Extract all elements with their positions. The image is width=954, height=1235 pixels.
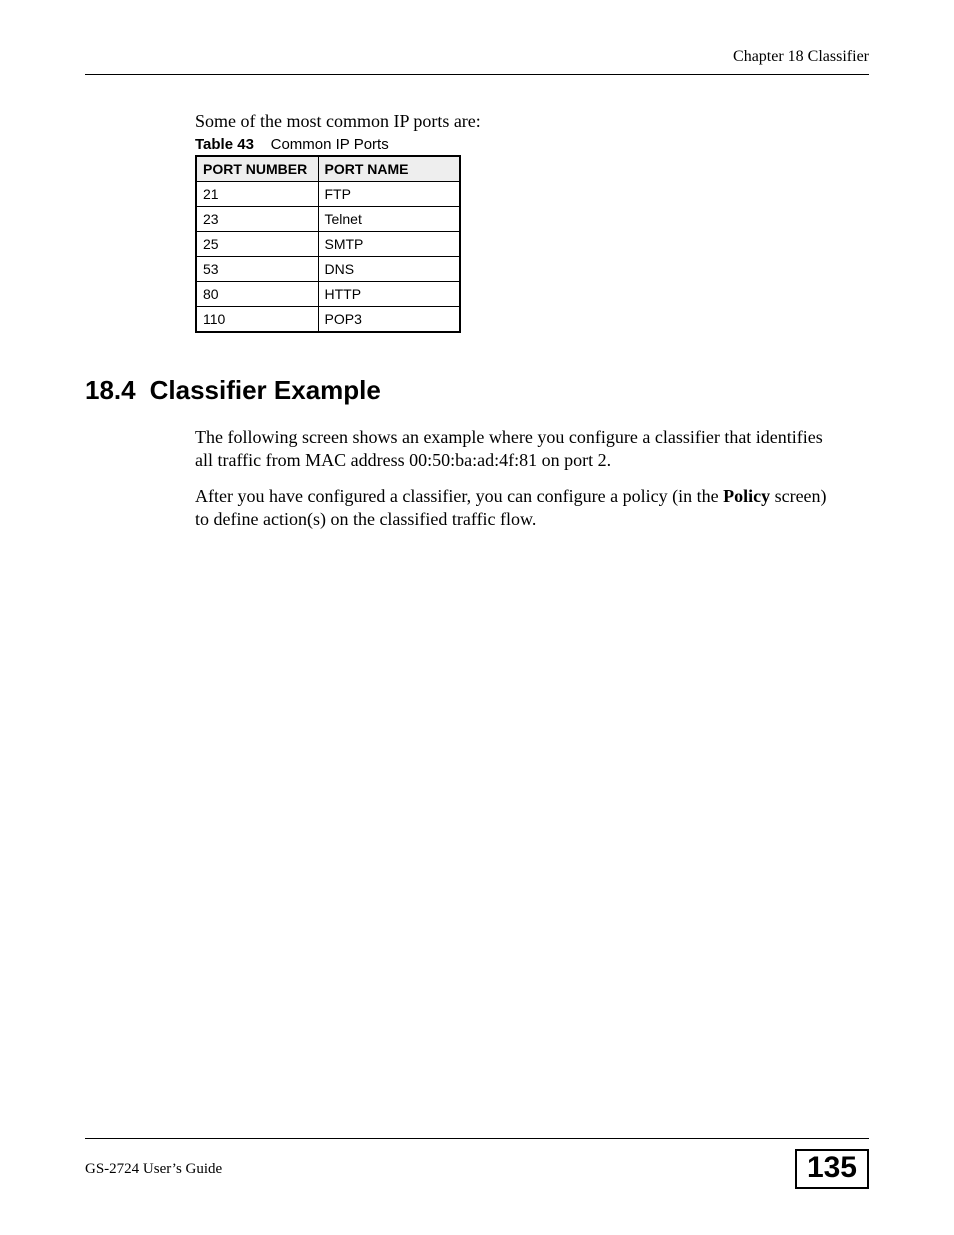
table-header-row: PORT NUMBER PORT NAME	[196, 156, 460, 182]
cell-port-number: 110	[196, 307, 318, 333]
page-footer: GS-2724 User’s Guide 135	[85, 1138, 869, 1189]
cell-port-name: FTP	[318, 182, 460, 207]
cell-port-number: 80	[196, 282, 318, 307]
page-header: Chapter 18 Classifier	[85, 48, 869, 75]
bold-text: Policy	[723, 486, 770, 506]
cell-port-number: 53	[196, 257, 318, 282]
cell-port-number: 21	[196, 182, 318, 207]
cell-port-name: POP3	[318, 307, 460, 333]
cell-port-name: SMTP	[318, 232, 460, 257]
page: Chapter 18 Classifier Some of the most c…	[0, 0, 954, 1235]
table-row: 21 FTP	[196, 182, 460, 207]
table-row: 25 SMTP	[196, 232, 460, 257]
section-title: Classifier Example	[150, 375, 381, 406]
section-heading: 18.4 Classifier Example	[85, 375, 869, 406]
cell-port-name: HTTP	[318, 282, 460, 307]
table-row: 80 HTTP	[196, 282, 460, 307]
table-title: Common IP Ports	[271, 136, 389, 153]
page-number: 135	[795, 1149, 869, 1189]
section-paragraph: The following screen shows an example wh…	[195, 426, 835, 473]
col-port-number: PORT NUMBER	[196, 156, 318, 182]
cell-port-name: DNS	[318, 257, 460, 282]
section-number: 18.4	[85, 375, 136, 406]
table-number: Table 43	[195, 136, 254, 153]
table-row: 53 DNS	[196, 257, 460, 282]
page-content: Some of the most common IP ports are: Ta…	[85, 111, 869, 532]
cell-port-name: Telnet	[318, 207, 460, 232]
table-caption: Table 43 Common IP Ports	[195, 136, 869, 153]
table-row: 23 Telnet	[196, 207, 460, 232]
table-row: 110 POP3	[196, 307, 460, 333]
chapter-label: Chapter 18 Classifier	[733, 48, 869, 65]
para-text: After you have configured a classifier, …	[195, 486, 723, 506]
section-paragraph: After you have configured a classifier, …	[195, 485, 835, 532]
footer-guide: GS-2724 User’s Guide	[85, 1161, 222, 1178]
intro-text: Some of the most common IP ports are:	[195, 111, 869, 132]
col-port-name: PORT NAME	[318, 156, 460, 182]
cell-port-number: 23	[196, 207, 318, 232]
cell-port-number: 25	[196, 232, 318, 257]
ip-ports-table: PORT NUMBER PORT NAME 21 FTP 23 Telnet 2…	[195, 155, 461, 333]
